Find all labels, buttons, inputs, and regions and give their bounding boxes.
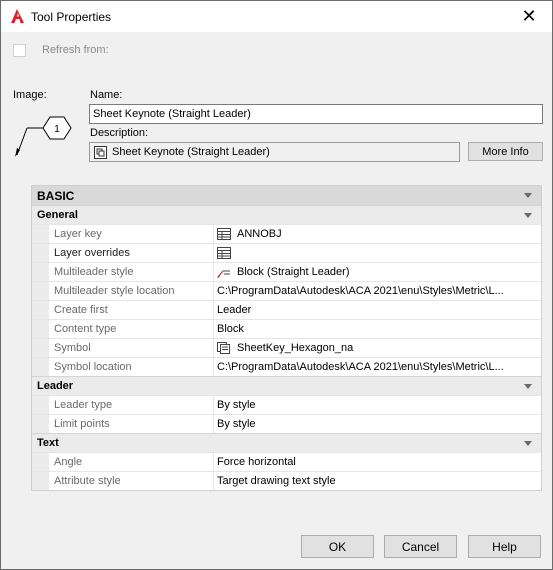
property-name: Symbol xyxy=(49,339,214,357)
row-gutter xyxy=(32,415,49,433)
chevron-down-icon xyxy=(524,441,532,446)
general-prop-row[interactable]: Multileader style location C:\ProgramData… xyxy=(32,281,541,300)
title-bar: Tool Properties ✕ xyxy=(1,1,552,32)
property-name: Layer key xyxy=(49,225,214,243)
property-name: Symbol location xyxy=(49,358,214,376)
leader-prop-row[interactable]: Limit points By style xyxy=(32,414,541,433)
multileader-icon xyxy=(217,266,231,278)
property-value[interactable]: Block xyxy=(214,320,541,338)
row-gutter xyxy=(32,263,49,281)
description-field[interactable]: Sheet Keynote (Straight Leader) xyxy=(89,142,460,162)
row-gutter xyxy=(32,320,49,338)
row-gutter xyxy=(32,339,49,357)
general-prop-row[interactable]: Content type Block xyxy=(32,319,541,338)
row-gutter xyxy=(32,282,49,300)
row-gutter xyxy=(32,301,49,319)
property-value-text: C:\ProgramData\Autodesk\ACA 2021\enu\Sty… xyxy=(217,285,504,297)
keynote-number: 1 xyxy=(54,124,60,135)
property-value-text: Block xyxy=(217,323,244,335)
row-gutter xyxy=(32,358,49,376)
property-name: Multileader style xyxy=(49,263,214,281)
property-name: Leader type xyxy=(49,396,214,414)
property-name: Layer overrides xyxy=(49,244,214,262)
row-gutter xyxy=(32,396,49,414)
general-prop-row[interactable]: Create first Leader xyxy=(32,300,541,319)
table-icon xyxy=(217,228,231,240)
close-icon: ✕ xyxy=(521,6,537,26)
property-value[interactable]: Block (Straight Leader) xyxy=(214,263,541,281)
property-value[interactable]: SheetKey_Hexagon_na xyxy=(214,339,541,357)
name-label: Name: xyxy=(90,89,123,101)
row-gutter xyxy=(32,244,49,262)
general-prop-row[interactable]: Layer overrides xyxy=(32,243,541,262)
ok-button[interactable]: OK xyxy=(301,535,374,558)
category-text[interactable]: Text xyxy=(32,433,541,452)
category-general-label: General xyxy=(37,209,78,221)
close-button[interactable]: ✕ xyxy=(506,1,552,32)
row-gutter xyxy=(32,225,49,243)
more-info-button[interactable]: More Info xyxy=(468,142,543,161)
description-value: Sheet Keynote (Straight Leader) xyxy=(112,146,270,158)
row-gutter xyxy=(32,472,49,490)
refresh-label: Refresh from: xyxy=(42,44,109,56)
chevron-down-icon xyxy=(524,193,532,198)
chevron-down-icon xyxy=(524,213,532,218)
property-value-text: ANNOBJ xyxy=(237,228,282,240)
category-leader[interactable]: Leader xyxy=(32,376,541,395)
property-value-text: Block (Straight Leader) xyxy=(237,266,350,278)
property-name: Limit points xyxy=(49,415,214,433)
leader-prop-row[interactable]: Leader type By style xyxy=(32,395,541,414)
tool-properties-dialog: Tool Properties ✕ Refresh from: Image: 1… xyxy=(0,0,553,570)
property-value[interactable]: C:\ProgramData\Autodesk\ACA 2021\enu\Sty… xyxy=(214,282,541,300)
section-basic-label: BASIC xyxy=(37,188,75,203)
property-value-text: By style xyxy=(217,399,256,411)
table-icon xyxy=(217,247,231,259)
property-name: Angle xyxy=(49,453,214,471)
property-value[interactable] xyxy=(214,244,541,262)
property-value-text: SheetKey_Hexagon_na xyxy=(237,342,354,354)
general-prop-row[interactable]: Multileader style Block (Straight Leader) xyxy=(32,262,541,281)
property-value[interactable]: Target drawing text style xyxy=(214,472,541,490)
property-grid: BASIC General Layer key ANNOBJ Layer overr… xyxy=(31,185,542,491)
category-general[interactable]: General xyxy=(32,205,541,224)
property-name: Content type xyxy=(49,320,214,338)
section-basic[interactable]: BASIC xyxy=(32,186,541,205)
block-icon xyxy=(217,342,231,354)
property-name: Create first xyxy=(49,301,214,319)
text-prop-row[interactable]: Attribute style Target drawing text style xyxy=(32,471,541,490)
autocad-app-icon xyxy=(11,9,24,23)
property-value[interactable]: By style xyxy=(214,396,541,414)
property-value-text: C:\ProgramData\Autodesk\ACA 2021\enu\Sty… xyxy=(217,361,504,373)
help-button[interactable]: Help xyxy=(468,535,541,558)
property-value-text: By style xyxy=(217,418,256,430)
general-prop-row[interactable]: Symbol SheetKey_Hexagon_na xyxy=(32,338,541,357)
property-value-text: Force horizontal xyxy=(217,456,296,468)
name-input[interactable] xyxy=(89,104,543,124)
property-value[interactable]: ANNOBJ xyxy=(214,225,541,243)
property-value-text: Leader xyxy=(217,304,252,316)
window-title: Tool Properties xyxy=(31,10,112,24)
cancel-button[interactable]: Cancel xyxy=(384,535,457,558)
refresh-checkbox[interactable] xyxy=(13,43,26,57)
text-prop-row[interactable]: Angle Force horizontal xyxy=(32,452,541,471)
chevron-down-icon xyxy=(524,384,532,389)
property-name: Attribute style xyxy=(49,472,214,490)
property-value[interactable]: Leader xyxy=(214,301,541,319)
property-name: Multileader style location xyxy=(49,282,214,300)
general-prop-row[interactable]: Symbol location C:\ProgramData\Autodesk\A… xyxy=(32,357,541,376)
image-label: Image: xyxy=(13,89,47,101)
row-gutter xyxy=(32,453,49,471)
description-icon xyxy=(94,145,107,159)
category-leader-label: Leader xyxy=(37,380,74,392)
keynote-image-preview[interactable]: 1 xyxy=(11,111,81,161)
description-label: Description: xyxy=(90,127,149,139)
property-value[interactable]: Force horizontal xyxy=(214,453,541,471)
general-prop-row[interactable]: Layer key ANNOBJ xyxy=(32,224,541,243)
category-text-label: Text xyxy=(37,437,59,449)
property-value[interactable]: By style xyxy=(214,415,541,433)
property-value[interactable]: C:\ProgramData\Autodesk\ACA 2021\enu\Sty… xyxy=(214,358,541,376)
refresh-row: Refresh from: xyxy=(13,43,109,57)
property-value-text: Target drawing text style xyxy=(217,475,336,487)
